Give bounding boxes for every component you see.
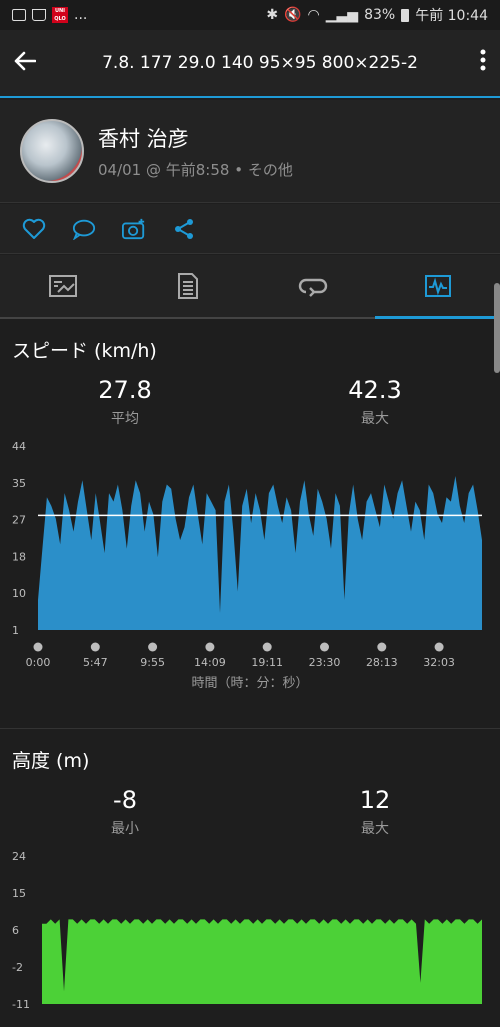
download-notification-icon [32, 9, 46, 21]
section-divider [0, 728, 500, 729]
x-tick-dot[interactable] [377, 642, 387, 652]
mute-icon: 🔇 [284, 7, 302, 23]
altitude-section-title: 高度 (m) [12, 750, 90, 772]
speed-chart[interactable]: 44 35 27 18 10 1 0:00 5:47 9:55 14:09 19:11 23:30 28… [0, 430, 500, 700]
x-tick-dot[interactable] [148, 642, 158, 652]
altitude-max-value: 12 [359, 786, 391, 814]
speed-average: 27.8 平均 [45, 376, 205, 428]
series-area [38, 476, 482, 630]
altitude-max: 12 最大 [295, 786, 455, 838]
share-icon[interactable] [172, 217, 196, 241]
more-notifications: ... [74, 7, 88, 23]
x-tick-label: 23:30 [309, 656, 341, 669]
x-tick-label: 0:00 [26, 656, 51, 669]
overflow-menu-icon[interactable] [462, 49, 486, 77]
altitude-min-value: -8 [113, 786, 137, 814]
heart-icon[interactable] [22, 217, 46, 241]
tab-charts[interactable] [375, 255, 500, 319]
altitude-max-label: 最大 [361, 821, 389, 837]
user-name[interactable]: 香村 治彦 [98, 123, 293, 153]
x-tick-label: 19:11 [251, 656, 283, 669]
speed-x-axis-label: 時間（時：分：秒） [191, 676, 309, 691]
scrollbar[interactable] [494, 283, 500, 373]
camera-icon[interactable] [122, 217, 146, 241]
series-area [42, 919, 482, 1004]
x-tick-label: 5:47 [83, 656, 108, 669]
gallery-notification-icon [12, 9, 26, 21]
altitude-min-label: 最小 [111, 821, 139, 837]
speed-max-label: 最大 [361, 411, 389, 427]
x-tick-label: 14:09 [194, 656, 226, 669]
tab-details[interactable] [125, 255, 250, 319]
y-tick-label: 44 [12, 440, 26, 453]
x-tick-dot[interactable] [320, 642, 329, 652]
y-tick-label: -2 [12, 961, 23, 974]
x-tick-dot[interactable] [33, 642, 43, 652]
y-tick-label: 15 [12, 887, 26, 900]
y-tick-label: 35 [12, 477, 26, 490]
wifi-icon: ◠ [307, 7, 320, 23]
altitude-chart[interactable]: 24 15 6 -2 -11 [0, 840, 500, 1020]
page-title: 7.8. 177 29.0 140 95×95 800×225-2 [102, 53, 418, 73]
y-tick-label: 27 [12, 514, 26, 527]
laps-icon [298, 278, 327, 297]
clock: 午前 10:44 [415, 8, 488, 24]
summary-icon [48, 275, 77, 297]
document-icon [177, 273, 198, 299]
comment-icon[interactable] [72, 217, 96, 241]
x-tick-label: 28:13 [366, 656, 398, 669]
altitude-min: -8 最小 [45, 786, 205, 838]
x-tick-label: 32:03 [423, 656, 455, 669]
y-tick-label: 1 [12, 624, 19, 637]
y-tick-label: 6 [12, 924, 19, 937]
speed-max: 42.3 最大 [295, 376, 455, 428]
chart-icon [424, 274, 451, 297]
speed-max-value: 42.3 [348, 376, 402, 404]
speed-average-value: 27.8 [98, 376, 152, 404]
status-bar: UNI QLO ... ✱ 🔇 ◠ ▁▃▅ 83% 午前 10:44 [0, 0, 500, 30]
tab-laps[interactable] [250, 255, 375, 319]
x-tick-label: 9:55 [140, 656, 165, 669]
tab-summary[interactable] [0, 255, 125, 319]
activity-tabs [0, 255, 500, 319]
bluetooth-icon: ✱ [266, 7, 279, 23]
y-tick-label: 18 [12, 550, 26, 563]
y-tick-label: -11 [12, 998, 30, 1011]
back-arrow-icon[interactable] [14, 48, 58, 78]
battery-icon [401, 8, 410, 22]
x-tick-dot[interactable] [205, 642, 215, 652]
signal-icon: ▁▃▅ [325, 7, 359, 23]
speed-section-title: スピード (km/h) [12, 340, 157, 362]
avatar[interactable] [20, 119, 84, 183]
x-tick-dot[interactable] [262, 642, 272, 652]
social-actions [0, 204, 500, 254]
app-bar: 7.8. 177 29.0 140 95×95 800×225-2 [0, 30, 500, 98]
activity-meta: 04/01 @ 午前8:58 • その他 [98, 160, 293, 179]
x-tick-dot[interactable] [90, 642, 100, 652]
activity-header: 香村 治彦 04/01 @ 午前8:58 • その他 [0, 100, 500, 203]
speed-average-label: 平均 [111, 411, 139, 427]
uniqlo-notification-icon: UNI QLO [52, 7, 68, 23]
x-tick-dot[interactable] [434, 642, 444, 652]
y-tick-label: 24 [12, 850, 26, 863]
y-tick-label: 10 [12, 587, 26, 600]
battery-percent: 83% [364, 7, 396, 23]
